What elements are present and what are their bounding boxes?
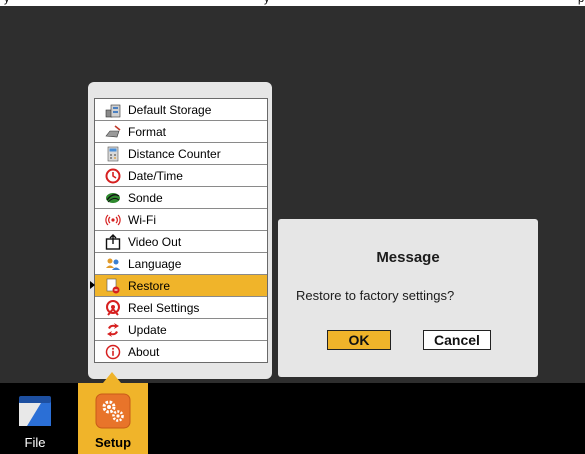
ok-button[interactable]: OK <box>327 330 391 350</box>
selection-arrow-icon <box>90 281 95 289</box>
menu-item-language[interactable]: Language <box>95 253 267 275</box>
taskbar-file-label: File <box>24 435 46 450</box>
menu-item-label: Language <box>128 256 182 271</box>
menu-item-label: Date/Time <box>128 168 183 183</box>
gear-icon <box>95 393 131 429</box>
distance-counter-icon <box>105 146 121 162</box>
top-strip-fragment: y <box>4 0 10 5</box>
menu-item-video-out[interactable]: Video Out <box>95 231 267 253</box>
cancel-button[interactable]: Cancel <box>423 330 491 350</box>
menu-item-label: Default Storage <box>128 102 212 117</box>
menu-item-label: Update <box>128 322 167 337</box>
taskbar-setup[interactable]: Setup <box>78 383 148 454</box>
dialog-title: Message <box>376 249 440 266</box>
menu-item-sonde[interactable]: Sonde <box>95 187 267 209</box>
menu-item-about[interactable]: About <box>95 341 267 362</box>
taskbar-file[interactable]: File <box>0 383 70 454</box>
folder-icon <box>17 393 53 429</box>
menu-item-label: Distance Counter <box>128 146 221 161</box>
menu-item-default-storage[interactable]: Default Storage <box>95 99 267 121</box>
menu-item-label: Format <box>128 124 167 139</box>
message-dialog: Message Restore to factory settings? OK … <box>278 219 538 377</box>
menu-item-label: Video Out <box>128 234 182 249</box>
menu-item-label: Reel Settings <box>128 300 200 315</box>
menu-item-date-time[interactable]: Date/Time <box>95 165 267 187</box>
dialog-message: Restore to factory settings? <box>296 288 455 303</box>
update-icon <box>105 322 121 338</box>
language-icon <box>105 256 121 272</box>
menu-item-label: Sonde <box>128 190 163 205</box>
restore-icon <box>105 278 121 294</box>
setup-menu-list: Default Storage Format Distance Counter … <box>90 98 268 363</box>
taskbar-setup-label: Setup <box>94 435 132 450</box>
menu-item-format[interactable]: Format <box>95 121 267 143</box>
top-strip-fragment: p <box>578 0 584 5</box>
menu-item-label: About <box>128 344 160 359</box>
info-icon <box>105 344 121 360</box>
menu-item-distance-counter[interactable]: Distance Counter <box>95 143 267 165</box>
menu-item-reel-settings[interactable]: Reel Settings <box>95 297 267 319</box>
wifi-icon <box>105 212 121 228</box>
sonde-icon <box>105 190 121 206</box>
reel-icon <box>105 299 121 316</box>
video-out-icon <box>105 233 121 250</box>
top-strip: y y p <box>0 0 585 6</box>
menu-item-label: Wi-Fi <box>128 212 156 227</box>
menu-item-restore[interactable]: Restore <box>90 275 267 297</box>
format-icon <box>105 124 121 140</box>
storage-icon <box>105 102 121 118</box>
clock-icon <box>105 168 121 184</box>
top-strip-fragment: y <box>264 0 270 5</box>
menu-item-update[interactable]: Update <box>95 319 267 341</box>
menu-item-label: Restore <box>128 278 171 293</box>
menu-item-wifi[interactable]: Wi-Fi <box>95 209 267 231</box>
menu-pointer-arrow <box>103 372 121 383</box>
